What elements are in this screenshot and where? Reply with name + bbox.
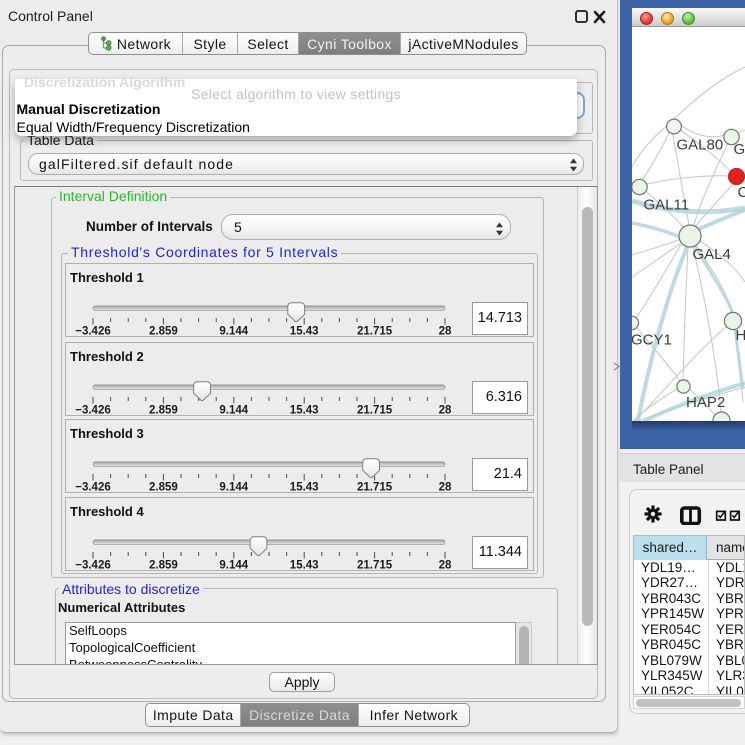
svg-text:2.859: 2.859 (149, 560, 178, 572)
svg-text:9.144: 9.144 (219, 560, 248, 572)
svg-text:−3.426: −3.426 (75, 560, 111, 572)
svg-text:HAP2: HAP2 (686, 394, 725, 411)
svg-text:2.859: 2.859 (149, 405, 178, 417)
svg-text:9.144: 9.144 (219, 405, 248, 417)
svg-text:H: H (736, 327, 745, 344)
svg-text:28: 28 (439, 405, 452, 417)
svg-text:15.43: 15.43 (290, 405, 319, 417)
svg-text:−3.426: −3.426 (75, 405, 111, 417)
svg-text:28: 28 (439, 560, 452, 572)
svg-text:28: 28 (439, 482, 452, 494)
svg-text:GAL11: GAL11 (644, 197, 690, 214)
svg-text:9.144: 9.144 (219, 326, 248, 338)
svg-text:21.715: 21.715 (357, 326, 393, 338)
svg-text:C: C (738, 184, 745, 201)
svg-text:15.43: 15.43 (290, 560, 319, 572)
svg-text:−3.426: −3.426 (75, 482, 111, 494)
svg-text:2.859: 2.859 (149, 326, 178, 338)
svg-text:21.715: 21.715 (357, 560, 393, 572)
svg-text:9.144: 9.144 (219, 482, 248, 494)
svg-text:15.43: 15.43 (290, 482, 319, 494)
svg-text:GAL4: GAL4 (693, 246, 731, 263)
svg-text:GAL80: GAL80 (677, 137, 724, 154)
svg-text:GCY1: GCY1 (632, 332, 672, 349)
svg-text:28: 28 (439, 326, 452, 338)
svg-text:G.: G. (734, 141, 745, 158)
svg-text:2.859: 2.859 (149, 482, 178, 494)
svg-text:15.43: 15.43 (290, 326, 319, 338)
svg-text:21.715: 21.715 (357, 482, 393, 494)
svg-text:−3.426: −3.426 (75, 326, 111, 338)
svg-text:21.715: 21.715 (357, 405, 393, 417)
